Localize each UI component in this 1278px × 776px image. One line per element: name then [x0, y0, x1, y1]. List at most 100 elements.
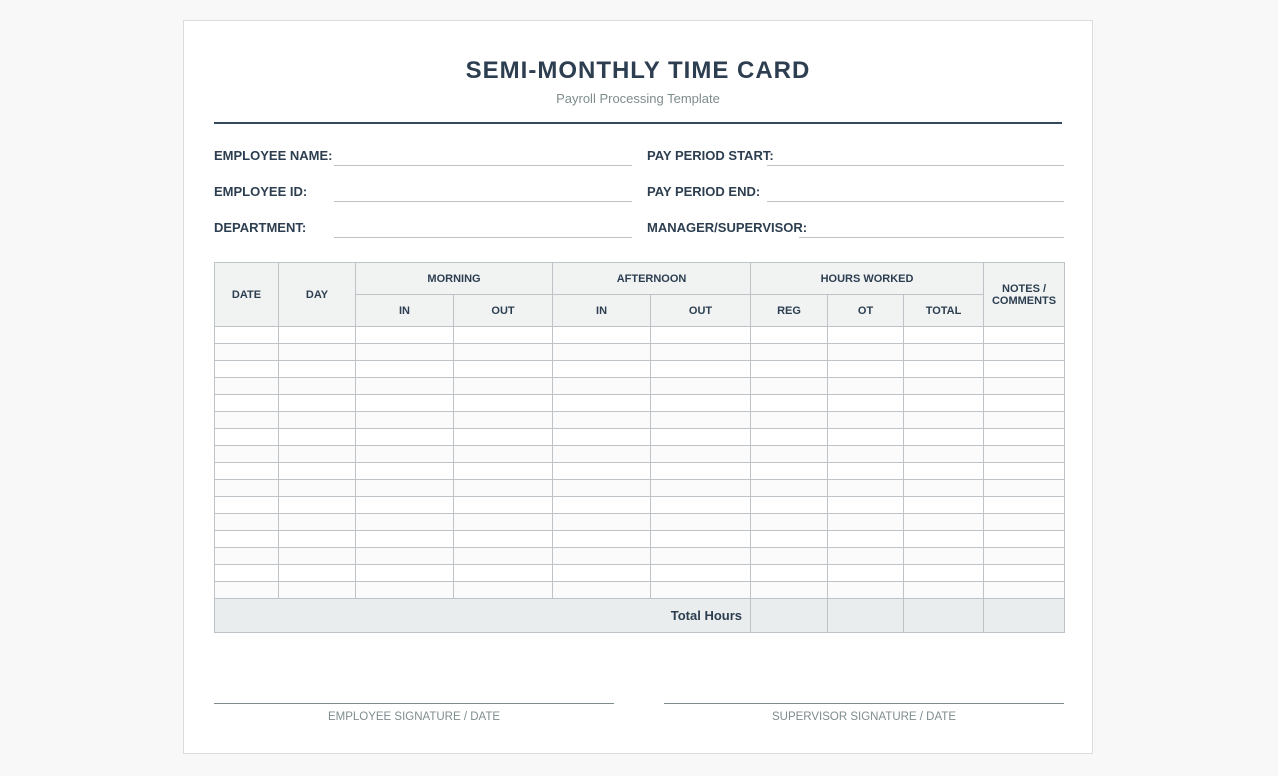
pay-period-end-field[interactable]: PAY PERIOD END:	[647, 182, 1064, 202]
table-cell[interactable]	[650, 530, 752, 548]
table-cell[interactable]	[278, 445, 356, 463]
table-cell[interactable]	[650, 445, 752, 463]
table-cell[interactable]	[750, 564, 829, 582]
table-cell[interactable]	[355, 479, 454, 497]
table-cell[interactable]	[278, 428, 356, 446]
table-cell[interactable]	[750, 530, 829, 548]
table-cell[interactable]	[355, 462, 454, 480]
table-cell[interactable]	[983, 360, 1066, 378]
table-cell[interactable]	[827, 394, 905, 412]
table-cell[interactable]	[650, 360, 752, 378]
total-ot-cell[interactable]	[827, 598, 905, 633]
employee-id-line[interactable]	[334, 201, 632, 202]
table-cell[interactable]	[214, 377, 279, 395]
table-cell[interactable]	[750, 496, 829, 514]
table-cell[interactable]	[552, 479, 652, 497]
pay-period-end-line[interactable]	[767, 201, 1064, 202]
table-cell[interactable]	[650, 326, 752, 344]
table-cell[interactable]	[355, 360, 454, 378]
table-cell[interactable]	[355, 547, 454, 565]
manager-line[interactable]	[799, 237, 1064, 238]
table-cell[interactable]	[214, 513, 279, 531]
table-cell[interactable]	[750, 547, 829, 565]
table-cell[interactable]	[214, 496, 279, 514]
table-cell[interactable]	[452, 411, 554, 429]
table-cell[interactable]	[750, 411, 829, 429]
table-cell[interactable]	[214, 445, 279, 463]
table-cell[interactable]	[903, 428, 985, 446]
table-cell[interactable]	[750, 581, 829, 599]
table-cell[interactable]	[214, 581, 279, 599]
table-cell[interactable]	[214, 479, 279, 497]
table-cell[interactable]	[278, 326, 356, 344]
table-cell[interactable]	[355, 411, 454, 429]
table-cell[interactable]	[278, 479, 356, 497]
table-cell[interactable]	[650, 411, 752, 429]
table-cell[interactable]	[903, 513, 985, 531]
table-cell[interactable]	[750, 326, 829, 344]
table-cell[interactable]	[983, 428, 1066, 446]
table-cell[interactable]	[452, 530, 554, 548]
table-cell[interactable]	[355, 343, 454, 361]
table-cell[interactable]	[903, 479, 985, 497]
table-cell[interactable]	[355, 530, 454, 548]
table-cell[interactable]	[452, 343, 554, 361]
table-cell[interactable]	[278, 411, 356, 429]
table-cell[interactable]	[903, 496, 985, 514]
table-cell[interactable]	[552, 513, 652, 531]
table-cell[interactable]	[355, 513, 454, 531]
table-cell[interactable]	[750, 462, 829, 480]
table-cell[interactable]	[452, 496, 554, 514]
table-cell[interactable]	[827, 343, 905, 361]
table-cell[interactable]	[214, 428, 279, 446]
table-cell[interactable]	[650, 496, 752, 514]
table-cell[interactable]	[650, 343, 752, 361]
table-cell[interactable]	[552, 377, 652, 395]
table-cell[interactable]	[650, 547, 752, 565]
table-cell[interactable]	[650, 581, 752, 599]
table-cell[interactable]	[827, 581, 905, 599]
table-cell[interactable]	[552, 428, 652, 446]
table-cell[interactable]	[214, 360, 279, 378]
employee-id-field[interactable]: EMPLOYEE ID:	[214, 182, 632, 202]
table-cell[interactable]	[903, 530, 985, 548]
table-cell[interactable]	[983, 343, 1066, 361]
table-cell[interactable]	[827, 479, 905, 497]
table-cell[interactable]	[983, 564, 1066, 582]
table-cell[interactable]	[827, 530, 905, 548]
table-cell[interactable]	[214, 547, 279, 565]
department-field[interactable]: DEPARTMENT:	[214, 218, 632, 238]
table-cell[interactable]	[903, 581, 985, 599]
table-cell[interactable]	[214, 564, 279, 582]
table-cell[interactable]	[903, 360, 985, 378]
supervisor-signature-line[interactable]	[664, 703, 1064, 704]
table-cell[interactable]	[827, 445, 905, 463]
table-cell[interactable]	[214, 530, 279, 548]
table-cell[interactable]	[552, 564, 652, 582]
department-line[interactable]	[334, 237, 632, 238]
table-cell[interactable]	[552, 394, 652, 412]
table-cell[interactable]	[214, 411, 279, 429]
table-cell[interactable]	[750, 513, 829, 531]
table-cell[interactable]	[552, 343, 652, 361]
table-cell[interactable]	[650, 479, 752, 497]
table-cell[interactable]	[355, 394, 454, 412]
table-cell[interactable]	[552, 445, 652, 463]
table-cell[interactable]	[552, 496, 652, 514]
table-cell[interactable]	[827, 513, 905, 531]
table-cell[interactable]	[827, 377, 905, 395]
table-cell[interactable]	[983, 496, 1066, 514]
table-cell[interactable]	[983, 513, 1066, 531]
table-cell[interactable]	[452, 513, 554, 531]
table-cell[interactable]	[827, 326, 905, 344]
table-cell[interactable]	[983, 547, 1066, 565]
table-cell[interactable]	[827, 547, 905, 565]
table-cell[interactable]	[903, 377, 985, 395]
table-cell[interactable]	[827, 462, 905, 480]
table-cell[interactable]	[903, 547, 985, 565]
table-cell[interactable]	[903, 326, 985, 344]
table-cell[interactable]	[650, 428, 752, 446]
table-cell[interactable]	[214, 326, 279, 344]
table-cell[interactable]	[278, 462, 356, 480]
table-cell[interactable]	[552, 530, 652, 548]
